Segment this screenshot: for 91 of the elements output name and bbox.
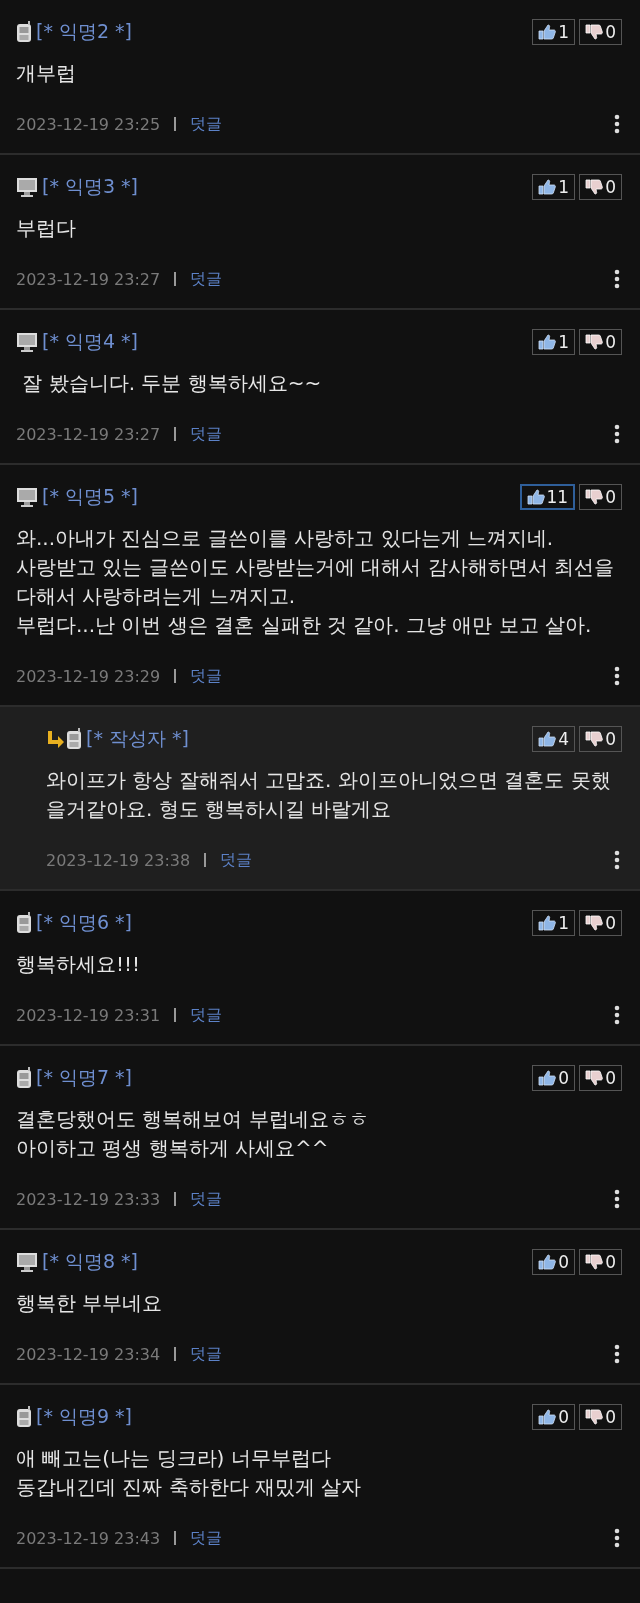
timestamp: 2023-12-19 23:34 [16,1344,161,1364]
thumbs-up-icon [538,179,557,195]
like-button[interactable]: 1 [532,329,576,355]
dislike-button[interactable]: 0 [579,910,622,936]
thumbs-down-icon [585,1070,604,1086]
dislike-button[interactable]: 0 [579,726,622,752]
more-icon [614,114,620,134]
author-name: [* 익명8 *] [42,1249,138,1274]
comment-text: 행복하세요!!! [16,951,142,978]
thumbs-down-icon [585,24,604,40]
like-button[interactable]: 1 [532,910,576,936]
more-button[interactable] [612,1189,622,1209]
timestamp: 2023-12-19 23:31 [16,1005,161,1025]
dislike-button[interactable]: 0 [579,484,622,510]
author-name: [* 익명3 *] [42,174,138,199]
author-name: [* 익명2 *] [36,19,132,44]
author-name: [* 익명5 *] [42,484,138,509]
thumbs-up-icon [538,24,557,40]
comment-text: 와이프가 항상 잘해줘서 고맙죠. 와이프아니었으면 결혼도 못했을거같아요. 형도 행복하시길 바랄게요 [46,767,612,823]
more-button[interactable] [612,424,622,444]
timestamp: 2023-12-19 23:33 [16,1189,161,1209]
dislike-button[interactable]: 0 [579,329,622,355]
more-icon [614,424,620,444]
thumbs-up-icon [526,489,545,505]
more-button[interactable] [612,269,622,289]
timestamp: 2023-12-19 23:38 [46,850,191,870]
author-name: [* 익명4 *] [42,329,138,354]
more-button[interactable] [612,666,622,686]
like-button[interactable]: 4 [532,726,576,752]
thumbs-down-icon [585,1254,604,1270]
thumbs-down-icon [585,1409,604,1425]
thumbs-down-icon [585,489,604,505]
more-button[interactable] [612,114,622,134]
more-icon [614,269,620,289]
comment-text: 행복한 부부네요 [16,1290,164,1317]
like-button[interactable]: 0 [532,1249,576,1275]
more-button[interactable] [612,1528,622,1548]
thumbs-up-icon [538,1070,557,1086]
reply-link[interactable]: 덧글 [190,1343,223,1365]
timestamp: 2023-12-19 23:27 [16,424,161,444]
author-name: [* 익명7 *] [36,1065,132,1090]
author-name: [* 익명9 *] [36,1404,132,1429]
dislike-button[interactable]: 0 [579,174,622,200]
reply-link[interactable]: 덧글 [190,1188,223,1210]
like-button[interactable]: 1 [532,19,576,45]
reply-link[interactable]: 덧글 [190,1527,223,1549]
reply-link[interactable]: 덧글 [190,423,223,445]
like-button[interactable]: 1 [532,174,576,200]
dislike-button[interactable]: 0 [579,1065,622,1091]
more-icon [614,1528,620,1548]
comment-text: 잘 봤습니다. 두분 행복하세요~~ [21,370,323,397]
author-name: [* 익명6 *] [36,910,132,935]
reply-link[interactable]: 덧글 [220,849,253,871]
reply-link[interactable]: 덧글 [190,1004,223,1026]
more-button[interactable] [612,1344,622,1364]
timestamp: 2023-12-19 23:27 [16,269,161,289]
thumbs-up-icon [538,334,557,350]
comment-text: 와...아내가 진심으로 글쓴이를 사랑하고 있다는게 느껴지네. 사랑받고 있는 글쓴이도 사랑받는거에 대해서 감사해하면서 최선을 다해서 사랑하려는게 느껴지고. 부럽다...난 이번 생은 결혼 실패한 것 같아. 그냥 애만 보고 살아. [16,525,616,639]
timestamp: 2023-12-19 23:29 [16,666,161,686]
more-icon [614,1189,620,1209]
comment-text: 개부럽 [16,60,77,87]
comment-text: 결혼당했어도 행복해보여 부럽네요ㅎㅎ 아이하고 평생 행복하게 사세요^^ [16,1106,370,1162]
like-button[interactable]: 11 [519,484,576,510]
reply-link[interactable]: 덧글 [190,113,223,135]
more-icon [614,666,620,686]
thumbs-up-icon [538,731,557,747]
more-button[interactable] [612,850,622,870]
more-icon [614,1344,620,1364]
timestamp: 2023-12-19 23:25 [16,114,161,134]
thumbs-down-icon [585,179,604,195]
thumbs-up-icon [538,915,557,931]
more-icon [614,850,620,870]
thumbs-down-icon [585,731,604,747]
reply-link[interactable]: 덧글 [190,665,223,687]
dislike-button[interactable]: 0 [579,1404,622,1430]
thumbs-up-icon [538,1409,557,1425]
like-button[interactable]: 0 [532,1404,576,1430]
comment-text: 애 빼고는(나는 딩크라) 너무부럽다 동갑내긴데 진짜 축하한다 재밌게 살자 [16,1445,363,1501]
comment-text: 부럽다 [16,215,77,242]
like-button[interactable]: 0 [532,1065,576,1091]
thumbs-down-icon [585,915,604,931]
thumbs-down-icon [585,334,604,350]
more-button[interactable] [612,1005,622,1025]
thumbs-up-icon [538,1254,557,1270]
author-name: [* 작성자 *] [86,726,189,751]
reply-arrow-icon [46,730,64,748]
dislike-button[interactable]: 0 [579,1249,622,1275]
reply-link[interactable]: 덧글 [190,268,223,290]
more-icon [614,1005,620,1025]
timestamp: 2023-12-19 23:43 [16,1528,161,1548]
dislike-button[interactable]: 0 [579,19,622,45]
